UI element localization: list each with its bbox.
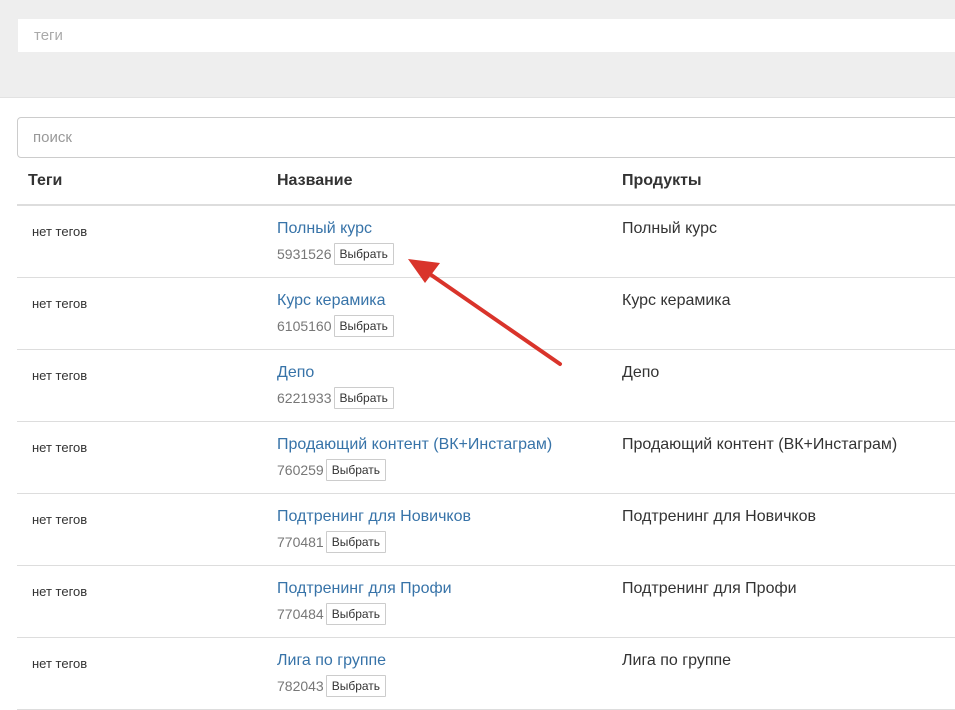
row-id: 782043	[277, 678, 324, 694]
row-name-link[interactable]: Полный курс	[277, 219, 394, 239]
row-id-line: 5931526 Выбрать	[277, 243, 394, 265]
row-name-cell: Продающий контент (ВК+Инстаграм) 760259 …	[277, 435, 552, 481]
table-row: нет тегов Лига по группе 782043 Выбрать …	[17, 638, 955, 710]
select-button[interactable]: Выбрать	[325, 603, 387, 625]
row-products: Лига по группе	[622, 652, 732, 669]
table-row: нет тегов Полный курс 5931526 Выбрать По…	[17, 206, 955, 278]
row-tags: нет тегов	[32, 512, 88, 527]
row-id: 770481	[277, 534, 324, 550]
row-id-line: 6105160 Выбрать	[277, 315, 394, 337]
table-row: нет тегов Продающий контент (ВК+Инстагра…	[17, 422, 955, 494]
filter-bar	[0, 0, 955, 98]
row-id: 6221933	[277, 390, 332, 406]
row-tags: нет тегов	[32, 440, 88, 455]
row-tags: нет тегов	[32, 584, 88, 599]
row-id-line: 760259 Выбрать	[277, 459, 552, 481]
row-id-line: 770481 Выбрать	[277, 531, 471, 553]
row-id: 5931526	[277, 246, 332, 262]
row-name-cell: Депо 6221933 Выбрать	[277, 363, 394, 409]
select-button[interactable]: Выбрать	[325, 531, 387, 553]
tags-input[interactable]	[18, 19, 955, 52]
row-name-link[interactable]: Подтренинг для Профи	[277, 579, 452, 599]
row-id: 770484	[277, 606, 324, 622]
row-id-line: 6221933 Выбрать	[277, 387, 394, 409]
row-name-link[interactable]: Курс керамика	[277, 291, 394, 311]
table-row: нет тегов Курс керамика 6105160 Выбрать …	[17, 278, 955, 350]
table-row: нет тегов Подтренинг для Профи 770484 Вы…	[17, 566, 955, 638]
row-products: Подтренинг для Профи	[622, 580, 797, 597]
row-products: Полный курс	[622, 220, 717, 237]
row-tags: нет тегов	[32, 224, 88, 239]
row-products: Продающий контент (ВК+Инстаграм)	[622, 436, 898, 453]
row-name-link[interactable]: Лига по группе	[277, 651, 386, 671]
row-name-cell: Подтренинг для Новичков 770481 Выбрать	[277, 507, 471, 553]
search-input[interactable]	[17, 117, 955, 158]
row-name-link[interactable]: Депо	[277, 363, 394, 383]
products-table: Теги Название Продукты нет тегов Полный …	[17, 158, 955, 710]
row-name-cell: Полный курс 5931526 Выбрать	[277, 219, 394, 265]
select-button[interactable]: Выбрать	[333, 315, 394, 337]
row-id: 760259	[277, 462, 324, 478]
row-id: 6105160	[277, 318, 332, 334]
row-name-cell: Курс керамика 6105160 Выбрать	[277, 291, 394, 337]
row-id-line: 782043 Выбрать	[277, 675, 387, 697]
select-button[interactable]: Выбрать	[333, 387, 394, 409]
row-tags: нет тегов	[32, 296, 88, 311]
row-name-cell: Лига по группе 782043 Выбрать	[277, 651, 387, 697]
column-header-name: Название	[277, 172, 353, 189]
row-products: Курс керамика	[622, 292, 731, 309]
row-id-line: 770484 Выбрать	[277, 603, 452, 625]
table-row: нет тегов Подтренинг для Новичков 770481…	[17, 494, 955, 566]
select-button[interactable]: Выбрать	[333, 243, 394, 265]
row-tags: нет тегов	[32, 368, 88, 383]
select-button[interactable]: Выбрать	[325, 459, 387, 481]
row-name-cell: Подтренинг для Профи 770484 Выбрать	[277, 579, 452, 625]
table-row: нет тегов Депо 6221933 Выбрать Депо	[17, 350, 955, 422]
row-tags: нет тегов	[32, 656, 88, 671]
row-products: Подтренинг для Новичков	[622, 508, 816, 525]
column-header-products: Продукты	[622, 172, 702, 189]
row-products: Депо	[622, 364, 660, 381]
row-name-link[interactable]: Подтренинг для Новичков	[277, 507, 471, 527]
row-name-link[interactable]: Продающий контент (ВК+Инстаграм)	[277, 435, 552, 455]
column-header-tags: Теги	[28, 172, 63, 189]
table-header: Теги Название Продукты	[17, 158, 955, 206]
select-button[interactable]: Выбрать	[325, 675, 387, 697]
